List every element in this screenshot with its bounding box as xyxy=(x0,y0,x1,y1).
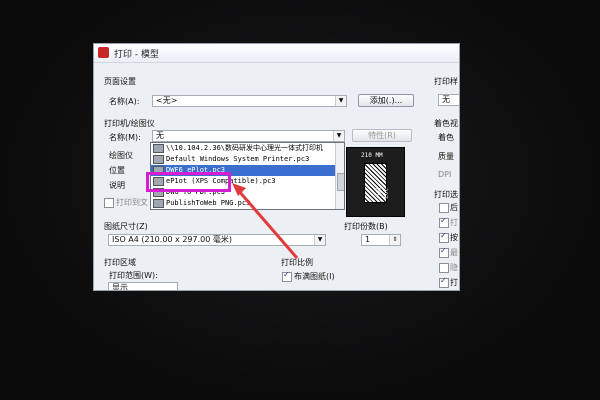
printer-option-default-windows[interactable]: Default Windows System Printer.pc3 xyxy=(151,154,336,165)
paper-size-label: 图纸尺寸(Z) xyxy=(104,222,148,231)
quality-label: 质量 xyxy=(438,152,454,161)
paper-size-value: ISO A4 (210.00 x 297.00 毫米) xyxy=(112,235,232,244)
copies-value: 1 xyxy=(365,235,371,244)
fit-to-paper-checkbox[interactable] xyxy=(282,270,292,282)
preview-height-label: 297 MM xyxy=(374,188,388,199)
paper-preview: 210 MM 297 MM xyxy=(346,147,405,217)
dwg-to-pdf-highlight-box xyxy=(146,172,231,192)
plot-range-combo[interactable]: 显示 xyxy=(108,282,178,291)
printer-option-label: \\10.104.2.36\数码研发中心理光一体式打印机 xyxy=(166,144,324,152)
plot-style-value: 无 xyxy=(442,95,450,104)
option-label-1: 后 xyxy=(450,203,458,212)
option-label-5: 隐 xyxy=(450,263,458,272)
page-setup-name-label: 名称(A): xyxy=(109,97,140,106)
scrollbar-thumb[interactable] xyxy=(337,173,344,191)
page-setup-name-value: <无> xyxy=(156,96,178,105)
printer-option-publish-png[interactable]: PublishToWeb PNG.pc3 xyxy=(151,198,336,209)
option-label-3: 按 xyxy=(450,233,458,242)
printer-option-network[interactable]: \\10.104.2.36\数码研发中心理光一体式打印机 xyxy=(151,143,336,154)
printer-icon xyxy=(153,143,164,153)
printer-name-value: 无 xyxy=(156,131,164,140)
shaded-viewport-label: 着色视 xyxy=(434,119,458,128)
plot-range-label: 打印范围(W): xyxy=(109,271,158,280)
location-label: 位置 xyxy=(109,166,125,175)
plot-range-value: 显示 xyxy=(112,283,128,291)
copies-label: 打印份数(B) xyxy=(344,222,388,231)
printer-icon xyxy=(153,154,164,164)
print-to-file-checkbox[interactable] xyxy=(104,198,114,208)
printer-section-label: 打印机/绘图仪 xyxy=(104,119,155,128)
printer-icon xyxy=(153,198,164,208)
chevron-down-icon: ▼ xyxy=(333,131,344,141)
plotter-label: 绘图仪 xyxy=(109,151,133,160)
option-label-6: 打 xyxy=(450,278,458,287)
printer-name-label: 名称(M): xyxy=(109,133,141,142)
fit-to-paper-label: 布满图纸(I) xyxy=(294,272,335,281)
dpi-label: DPI xyxy=(438,170,452,179)
description-label: 说明 xyxy=(109,181,125,190)
option-checkbox-3[interactable] xyxy=(439,231,449,243)
page-setup-name-combo[interactable]: <无> ▼ xyxy=(152,95,347,107)
plot-options-label: 打印选 xyxy=(434,190,458,199)
plot-area-section-label: 打印区域 xyxy=(104,258,136,267)
option-label-2: 打 xyxy=(450,218,458,227)
add-page-setup-button[interactable]: 添加(.)... xyxy=(358,94,414,107)
printer-name-combo[interactable]: 无 ▼ xyxy=(152,130,345,142)
printer-option-label: Default Windows System Printer.pc3 xyxy=(166,155,310,163)
dialog-title: 打印 - 模型 xyxy=(114,50,159,60)
shaded-sub-label: 着色 xyxy=(438,133,454,142)
dialog-titlebar: 打印 - 模型 xyxy=(94,44,459,63)
plot-style-combo[interactable]: 无 xyxy=(438,94,459,106)
paper-size-combo[interactable]: ISO A4 (210.00 x 297.00 毫米) ▼ xyxy=(108,234,326,246)
option-checkbox-6[interactable] xyxy=(439,276,449,288)
chevron-down-icon: ▼ xyxy=(314,235,325,245)
plot-style-label: 打印样 xyxy=(434,77,458,86)
spinner-arrows-icon: ⇕ xyxy=(389,235,400,245)
option-checkbox-5[interactable] xyxy=(439,263,449,273)
option-checkbox-4[interactable] xyxy=(439,246,449,258)
copies-spinner[interactable]: 1 ⇕ xyxy=(361,234,401,246)
dropdown-scrollbar[interactable] xyxy=(335,143,344,209)
option-checkbox-1[interactable] xyxy=(439,203,449,213)
plot-scale-section-label: 打印比例 xyxy=(281,258,313,267)
autocad-app-icon xyxy=(98,47,109,58)
print-to-file-label: 打印到文 xyxy=(116,198,148,207)
chevron-down-icon: ▼ xyxy=(335,96,346,106)
page-setup-section-label: 页面设置 xyxy=(104,77,136,86)
option-checkbox-2[interactable] xyxy=(439,216,449,228)
printer-option-label: PublishToWeb PNG.pc3 xyxy=(166,199,251,207)
option-label-4: 最 xyxy=(450,248,458,257)
printer-properties-button[interactable]: 特性(R) xyxy=(352,129,412,142)
preview-width-label: 210 MM xyxy=(361,152,383,159)
